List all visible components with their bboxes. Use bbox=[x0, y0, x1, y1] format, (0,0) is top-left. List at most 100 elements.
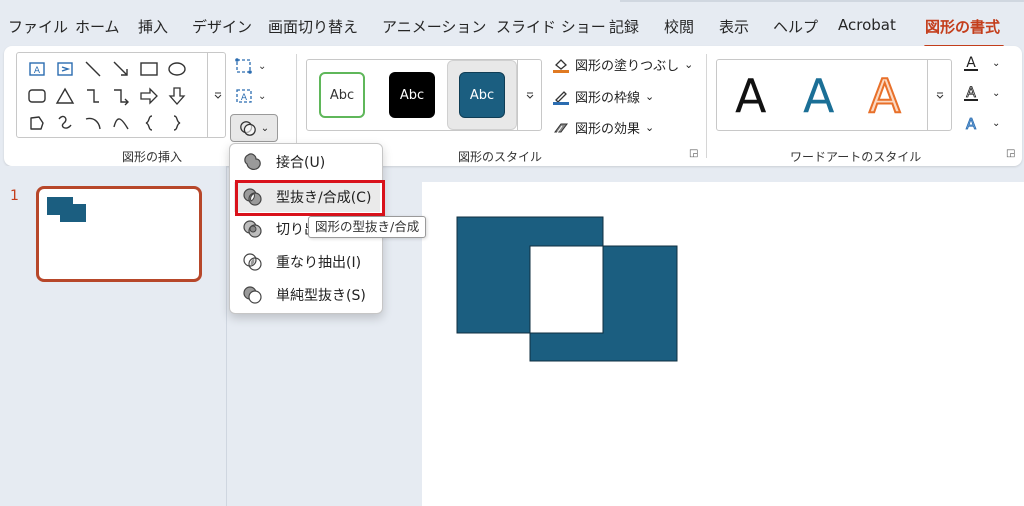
draw-text-box-button[interactable]: A ⌄ bbox=[234, 86, 266, 106]
svg-text:A: A bbox=[241, 93, 248, 103]
tab-animations[interactable]: アニメーション bbox=[382, 16, 486, 37]
curve-icon[interactable] bbox=[109, 111, 133, 135]
group-label-wordart-styles: ワードアートのスタイル bbox=[790, 150, 922, 164]
tab-record[interactable]: 記録 bbox=[609, 16, 639, 37]
text-outline-button[interactable]: A ⌄ bbox=[962, 84, 1000, 102]
text-effects-icon: A bbox=[965, 115, 977, 132]
combined-shape[interactable] bbox=[422, 182, 1024, 506]
more-icon bbox=[214, 92, 221, 99]
thumbnail-shapes bbox=[47, 197, 86, 222]
text-fill-button[interactable]: A ⌄ bbox=[962, 54, 1000, 72]
menu-item-subtract[interactable]: 単純型抜き(S) bbox=[234, 280, 380, 310]
menu-item-combine[interactable]: 型抜き/合成(C) bbox=[234, 182, 380, 212]
menu-item-label: 単純型抜き(S) bbox=[276, 288, 366, 304]
rectangle-icon[interactable] bbox=[137, 57, 161, 81]
tab-slideshow[interactable]: スライド ショー bbox=[496, 16, 606, 37]
chevron-down-icon: ⌄ bbox=[645, 90, 655, 103]
shape-fill-label: 図形の塗りつぶし bbox=[575, 59, 680, 74]
tab-review[interactable]: 校閲 bbox=[664, 16, 694, 37]
rounded-rectangle-icon[interactable] bbox=[25, 84, 49, 108]
shape-fill-button[interactable]: 図形の塗りつぶし ⌄ bbox=[552, 55, 693, 74]
chevron-down-icon: ⌄ bbox=[992, 117, 1001, 129]
tab-acrobat[interactable]: Acrobat bbox=[838, 16, 896, 34]
merge-shapes-button[interactable]: ⌄ bbox=[230, 114, 278, 142]
text-outline-icon: A bbox=[964, 85, 978, 101]
group-label-insert-shapes: 図形の挿入 bbox=[122, 150, 183, 164]
shapes-gallery-more-button[interactable] bbox=[207, 53, 227, 137]
wordart-orange-outline[interactable]: A bbox=[868, 68, 901, 124]
vertical-text-box-icon[interactable] bbox=[53, 57, 77, 81]
menu-item-label: 接合(U) bbox=[276, 155, 326, 171]
right-arrow-icon[interactable] bbox=[137, 84, 161, 108]
freeform-icon[interactable] bbox=[25, 111, 49, 135]
fragment-icon bbox=[242, 218, 264, 240]
ribbon: A ⌄ A ⌄ ⌄ 図形の挿入 Abc Abc Abc 図形の塗りつぶし ⌄ 図… bbox=[4, 46, 1022, 166]
shape-outline-label: 図形の枠線 bbox=[575, 91, 641, 106]
shapes-gallery: A bbox=[16, 52, 226, 138]
elbow-connector-icon[interactable] bbox=[81, 84, 105, 108]
down-arrow-icon[interactable] bbox=[165, 84, 189, 108]
svg-text:A: A bbox=[966, 85, 976, 101]
wordart-more-button[interactable] bbox=[927, 60, 952, 130]
slide-canvas[interactable] bbox=[422, 182, 1024, 506]
shape-effects-button[interactable]: 図形の効果 ⌄ bbox=[552, 118, 654, 137]
subtract-icon bbox=[242, 284, 264, 306]
paint-bucket-icon bbox=[552, 57, 570, 73]
slide-thumbnail[interactable] bbox=[36, 186, 202, 282]
shape-effects-icon bbox=[552, 120, 570, 136]
arc-icon[interactable] bbox=[81, 111, 105, 135]
tooltip: 図形の型抜き/合成 bbox=[308, 216, 427, 238]
elbow-arrow-connector-icon[interactable] bbox=[109, 84, 133, 108]
more-icon bbox=[526, 92, 534, 99]
scribble-icon[interactable] bbox=[53, 111, 77, 135]
tab-transitions[interactable]: 画面切り替え bbox=[268, 16, 358, 37]
intersect-icon bbox=[242, 251, 264, 273]
tab-help[interactable]: ヘルプ bbox=[773, 16, 818, 37]
text-box-icon: A bbox=[236, 89, 252, 103]
chevron-down-icon: ⌄ bbox=[645, 121, 655, 134]
tab-shape-format[interactable]: 図形の書式 bbox=[925, 16, 1000, 37]
tab-view[interactable]: 表示 bbox=[719, 16, 749, 37]
chevron-down-icon: ⌄ bbox=[260, 122, 270, 134]
style-thumb-black[interactable]: Abc bbox=[389, 72, 435, 118]
style-thumb-blue[interactable]: Abc bbox=[459, 72, 505, 118]
style-thumb-green-outline[interactable]: Abc bbox=[319, 72, 365, 118]
tab-design[interactable]: デザイン bbox=[192, 16, 252, 37]
text-effects-button[interactable]: A ⌄ bbox=[962, 114, 1000, 132]
oval-icon[interactable] bbox=[165, 57, 189, 81]
dialog-launcher-icon[interactable]: ◲ bbox=[689, 148, 701, 160]
menu-item-label: 型抜き/合成(C) bbox=[276, 190, 372, 206]
menu-divider bbox=[620, 0, 1024, 2]
wordart-plain[interactable]: A bbox=[735, 68, 766, 124]
shape-effects-label: 図形の効果 bbox=[575, 122, 641, 137]
menu-item-label: 重なり抽出(I) bbox=[276, 255, 362, 271]
pencil-icon bbox=[552, 89, 570, 105]
menu-item-intersect[interactable]: 重なり抽出(I) bbox=[234, 247, 380, 277]
tab-home[interactable]: ホーム bbox=[75, 16, 120, 37]
text-box-icon[interactable]: A bbox=[25, 57, 49, 81]
right-brace-icon[interactable] bbox=[165, 111, 189, 135]
text-fill-icon: A bbox=[964, 55, 978, 71]
wordart-blue[interactable]: A bbox=[803, 68, 834, 124]
dialog-launcher-icon[interactable]: ◲ bbox=[1006, 148, 1018, 160]
shape-outline-button[interactable]: 図形の枠線 ⌄ bbox=[552, 87, 654, 106]
wordart-gallery: A A A bbox=[716, 59, 952, 131]
tab-file[interactable]: ファイル bbox=[8, 16, 68, 37]
edit-shape-icon bbox=[235, 58, 252, 74]
shape-style-more-button[interactable] bbox=[517, 60, 542, 130]
pane-splitter[interactable] bbox=[226, 166, 227, 506]
chevron-down-icon: ⌄ bbox=[684, 58, 694, 71]
slide-number: 1 bbox=[10, 188, 19, 204]
merge-shapes-icon bbox=[239, 121, 256, 136]
union-icon bbox=[242, 151, 264, 173]
combine-icon bbox=[242, 186, 264, 208]
left-brace-icon[interactable] bbox=[137, 111, 161, 135]
menu-item-union[interactable]: 接合(U) bbox=[234, 147, 380, 177]
triangle-icon[interactable] bbox=[53, 84, 77, 108]
arrow-line-icon[interactable] bbox=[109, 57, 133, 81]
tab-insert[interactable]: 挿入 bbox=[138, 16, 168, 37]
edit-shape-button[interactable]: ⌄ bbox=[234, 56, 266, 76]
line-icon[interactable] bbox=[81, 57, 105, 81]
group-label-shape-styles: 図形のスタイル bbox=[458, 150, 543, 164]
chevron-down-icon: ⌄ bbox=[992, 57, 1001, 69]
